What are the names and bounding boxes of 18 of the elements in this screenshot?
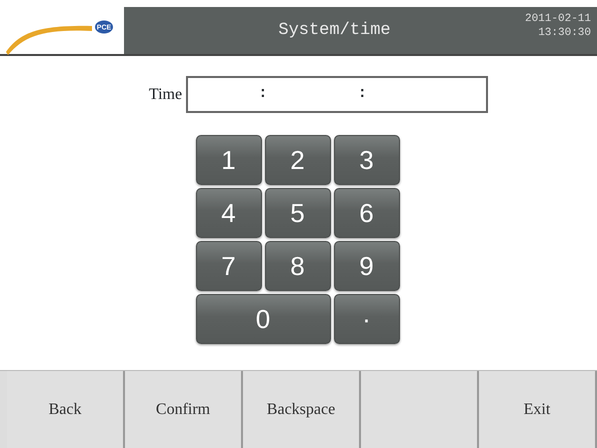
screen-title: System/time: [278, 20, 391, 42]
keypad-key[interactable]: 6: [334, 188, 400, 238]
keypad-key[interactable]: 7: [196, 241, 262, 291]
keypad-key[interactable]: ·: [334, 294, 400, 344]
time-separator: :: [257, 84, 268, 104]
keypad-key[interactable]: 9: [334, 241, 400, 291]
time-separator: :: [356, 84, 368, 104]
date-text: 2011-02-11: [524, 13, 591, 27]
keypad-key[interactable]: 5: [264, 188, 330, 238]
keypad-key[interactable]: 1: [196, 135, 262, 185]
time-label: Time: [148, 84, 182, 104]
time-input-field[interactable]: : :: [186, 76, 488, 113]
time-text: 13:30:30: [537, 26, 591, 40]
keypad-key[interactable]: 2: [264, 135, 330, 185]
keypad-key[interactable]: 8: [264, 241, 330, 291]
keypad-key[interactable]: 3: [334, 135, 400, 185]
keypad-key[interactable]: 0: [196, 294, 330, 344]
keypad-key[interactable]: 4: [196, 188, 262, 238]
